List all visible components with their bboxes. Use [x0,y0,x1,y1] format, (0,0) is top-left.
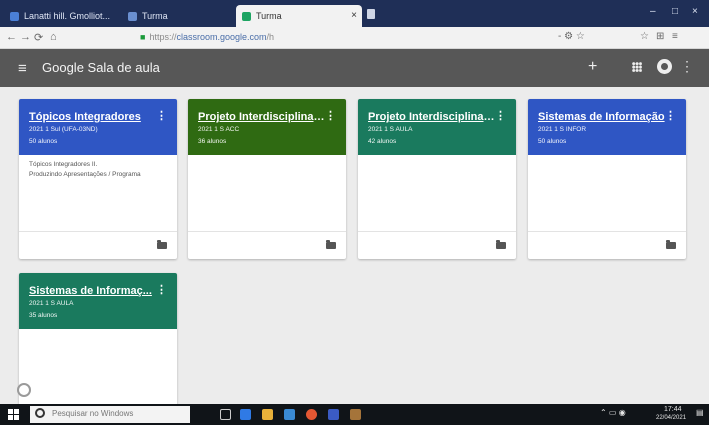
class-student-count: 50 alunos [538,138,567,145]
bookmark-icon[interactable]: ☆ [640,31,649,42]
address-bar: ← → ⟳ ⌂ ■ https://classroom.google.com/h … [0,27,709,49]
add-class-icon[interactable]: + [588,58,597,76]
page-tools-icon[interactable]: - ⚙ ☆ [558,31,585,42]
lock-icon: ■ [140,32,146,42]
edge-browser-icon[interactable] [240,409,251,420]
system-tray-icons[interactable]: ⌃ ▭ ◉ [600,408,626,417]
back-arrow-icon[interactable]: ← [6,31,17,43]
search-icon [35,408,45,418]
reload-icon[interactable]: ⟳ [34,31,43,44]
task-view-icon[interactable] [220,409,231,420]
class-card-footer [358,231,516,259]
tab-favicon-icon [242,11,251,21]
maximize-window-icon[interactable]: □ [672,6,678,17]
tab-label: Turma [142,11,168,21]
class-section: 2021 1 S AULA [368,126,413,133]
new-tab-button[interactable] [367,9,375,19]
more-vert-icon[interactable]: ⋮ [680,58,694,75]
app-icon[interactable] [350,409,361,420]
class-title[interactable]: Projeto Interdisciplinar... [198,111,326,123]
hamburger-menu-icon[interactable]: ≡ [18,60,27,77]
folder-icon[interactable] [496,240,506,249]
class-student-count: 42 alunos [368,138,397,145]
class-card[interactable]: Projeto Interdisciplinar... 2021 1 S ACC… [188,99,346,259]
account-avatar-icon[interactable] [657,59,672,74]
windows-taskbar: Pesquisar no Windows ⌃ ▭ ◉ 17:44 22/04/2… [0,404,709,425]
clock-time[interactable]: 17:44 [664,406,682,413]
file-explorer-icon[interactable] [262,409,273,420]
app-title[interactable]: Google Sala de aula [42,60,160,75]
class-student-count: 35 alunos [29,312,58,319]
tab-label: Turma [256,11,282,21]
close-tab-icon[interactable]: × [351,10,357,21]
class-section: 2021 1 Sul (UFA-03ND) [29,126,98,133]
class-card-header[interactable]: Tópicos Integradores 2021 1 Sul (UFA-03N… [19,99,177,155]
class-card[interactable]: Sistemas de Informaç... 2021 1 S AULA 35… [19,273,177,404]
clock-date[interactable]: 22/04/2021 [656,415,686,421]
class-card-body [19,329,177,404]
browser-tab-1[interactable]: Lanatti hill. Gmolliot... [4,5,122,27]
apps-grid-icon[interactable] [632,62,642,72]
taskbar-search-input[interactable]: Pesquisar no Windows [30,406,190,423]
browser-tab-strip: Lanatti hill. Gmolliot... Turma Turma × … [0,0,709,27]
class-card-footer [19,231,177,259]
class-card[interactable]: Tópicos Integradores 2021 1 Sul (UFA-03N… [19,99,177,259]
home-icon[interactable]: ⌂ [50,31,57,43]
tab-favicon-icon [128,11,137,21]
reader-icon[interactable]: ≡ [672,31,678,42]
extensions-icon[interactable]: ⊞ [656,31,664,42]
minimize-window-icon[interactable]: – [650,6,656,17]
class-title[interactable]: Sistemas de Informaç... [29,285,157,297]
upcoming-item[interactable]: Produzindo Apresentações / Programa [29,171,167,178]
class-card-body [358,155,516,259]
more-vert-icon[interactable]: ⋮ [325,109,336,122]
class-section: 2021 1 S AULA [29,300,74,307]
class-title[interactable]: Projeto Interdisciplinar... [368,111,496,123]
class-student-count: 50 alunos [29,138,58,145]
class-title[interactable]: Tópicos Integradores [29,111,157,123]
class-card-header[interactable]: Projeto Interdisciplinar... 2021 1 S ACC… [188,99,346,155]
url-field[interactable]: ■ https://classroom.google.com/h [140,32,274,42]
class-card[interactable]: Projeto Interdisciplinar... 2021 1 S AUL… [358,99,516,259]
class-card-footer [528,231,686,259]
notifications-icon[interactable]: ▤ [696,408,704,417]
class-card-header[interactable]: Projeto Interdisciplinar... 2021 1 S AUL… [358,99,516,155]
class-section: 2021 1 S INFOR [538,126,587,133]
class-card[interactable]: Sistemas de Informação 2021 1 S INFOR 50… [528,99,686,259]
help-icon[interactable] [17,383,31,397]
browser-tab-3-active[interactable]: Turma × [236,5,362,27]
store-icon[interactable] [284,409,295,420]
class-card-header[interactable]: Sistemas de Informação 2021 1 S INFOR 50… [528,99,686,155]
taskbar-search-placeholder: Pesquisar no Windows [52,409,134,418]
class-card-header[interactable]: Sistemas de Informaç... 2021 1 S AULA 35… [19,273,177,329]
more-vert-icon[interactable]: ⋮ [495,109,506,122]
app-header: ≡ Google Sala de aula + ⋮ [0,49,709,87]
class-section: 2021 1 S ACC [198,126,240,133]
close-window-icon[interactable]: × [692,6,698,17]
class-card-body [188,155,346,259]
class-student-count: 36 alunos [198,138,227,145]
more-vert-icon[interactable]: ⋮ [665,109,676,122]
class-card-body: Tópicos Integradores II. Produzindo Apre… [19,155,177,259]
class-card-footer [188,231,346,259]
more-vert-icon[interactable]: ⋮ [156,109,167,122]
forward-arrow-icon[interactable]: → [20,31,31,43]
tab-favicon-icon [10,11,19,21]
class-card-body [528,155,686,259]
chrome-icon[interactable] [306,409,317,420]
browser-tab-2[interactable]: Turma [122,5,232,27]
tab-label: Lanatti hill. Gmolliot... [24,11,111,21]
more-vert-icon[interactable]: ⋮ [156,283,167,296]
folder-icon[interactable] [157,240,167,249]
windows-start-icon[interactable] [8,409,19,420]
upcoming-item[interactable]: Tópicos Integradores II. [29,161,167,168]
class-title[interactable]: Sistemas de Informação [538,111,666,123]
folder-icon[interactable] [326,240,336,249]
folder-icon[interactable] [666,240,676,249]
word-icon[interactable] [328,409,339,420]
